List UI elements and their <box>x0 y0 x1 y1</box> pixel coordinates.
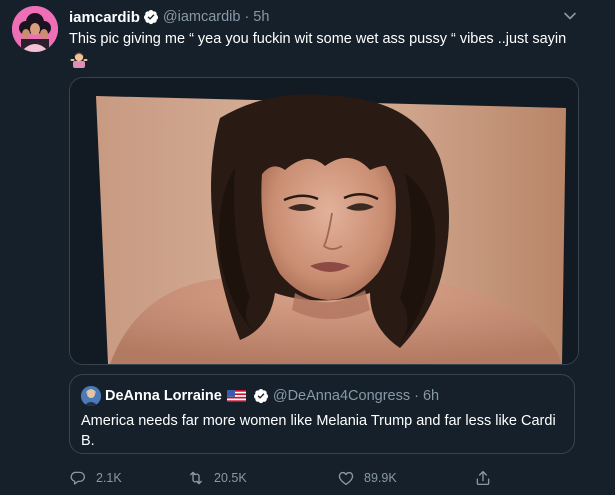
retweet-icon <box>190 471 202 485</box>
share-button[interactable] <box>474 467 501 489</box>
author-name[interactable]: iamcardib <box>69 9 140 26</box>
chevron-down-icon[interactable] <box>563 9 577 23</box>
us-flag-icon <box>226 390 246 402</box>
quoted-avatar[interactable] <box>81 386 101 406</box>
reply-icon <box>70 471 86 485</box>
quoted-author-name[interactable]: DeAnna Lorraine <box>105 388 222 404</box>
tweet-text: This pic giving me “ yea you fuckin wit … <box>69 31 567 47</box>
tweet-header: iamcardib @iamcardib · 5h <box>69 7 269 27</box>
verified-badge-icon <box>143 10 158 25</box>
retweet-count: 20.5K <box>214 471 247 485</box>
verified-badge-icon <box>253 389 268 404</box>
like-icon <box>338 471 354 486</box>
tweet-timestamp[interactable]: 5h <box>253 9 269 25</box>
tweet-media-photo[interactable] <box>69 77 579 365</box>
like-button[interactable]: 89.9K <box>337 467 397 489</box>
reply-button[interactable]: 2.1K <box>69 467 122 489</box>
quoted-tweet-header: DeAnna Lorraine @DeAnna4Congress · 6h <box>105 386 439 406</box>
separator-dot: · <box>244 9 250 25</box>
quoted-author-handle[interactable]: @DeAnna4Congress <box>273 388 410 404</box>
separator-dot: · <box>414 388 419 404</box>
avatar[interactable] <box>12 6 58 52</box>
reply-count: 2.1K <box>96 471 122 485</box>
quoted-tweet[interactable]: DeAnna Lorraine @DeAnna4Congress · 6h Am… <box>69 374 575 454</box>
tweet-actions: 2.1K 20.5K 89.9K <box>69 467 509 489</box>
quoted-tweet-timestamp[interactable]: 6h <box>423 388 439 404</box>
quoted-tweet-text: America needs far more women like Melani… <box>81 413 556 449</box>
tweet: iamcardib @iamcardib · 5h This pic givin… <box>0 0 615 495</box>
like-count: 89.9K <box>364 471 397 485</box>
retweet-button[interactable]: 20.5K <box>187 467 247 489</box>
share-icon <box>476 470 490 486</box>
author-handle[interactable]: @iamcardib <box>163 9 241 25</box>
person-shrugging-emoji-icon <box>70 52 88 68</box>
